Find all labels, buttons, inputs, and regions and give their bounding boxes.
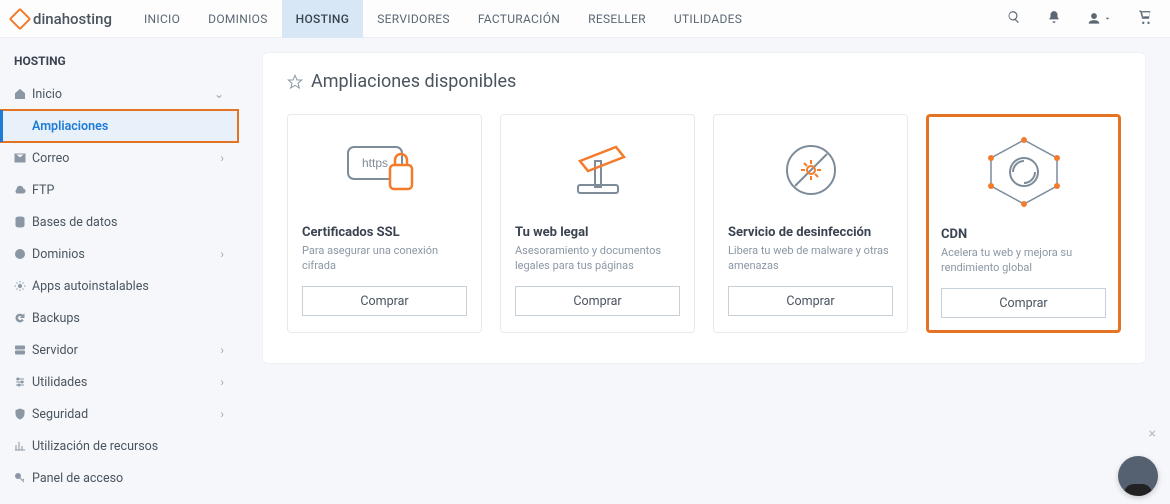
buy-button[interactable]: Comprar [515,286,680,316]
chevron-right-icon: › [220,247,224,261]
brand-name: dinahosting [33,10,112,28]
sidebar-item-ftp[interactable]: FTP [0,174,238,206]
home-icon [14,88,32,100]
support-avatar[interactable] [1118,456,1158,496]
gear-icon [14,280,32,292]
sliders-icon [14,376,32,388]
sidebar-item-label: Correo [32,151,220,166]
chevron-down-icon: ⌄ [214,87,224,101]
sidebar-item-inicio[interactable]: Inicio⌄ [0,78,238,110]
sidebar-item-backups[interactable]: Backups [0,302,238,334]
chart-icon [14,440,32,452]
nav-dominios[interactable]: DOMINIOS [194,0,281,38]
sidebar-item-servidor[interactable]: Servidor› [0,334,238,366]
nav-items: INICIO DOMINIOS HOSTING SERVIDORES FACTU… [130,0,756,38]
key-icon [14,472,32,484]
sidebar-title: HOSTING [0,54,238,78]
bell-icon[interactable] [1047,10,1061,28]
sidebar-item-label: Utilidades [32,375,220,390]
panel-title: Ampliaciones disponibles [311,71,516,92]
card-description: Para asegurar una conexión cifrada [302,244,467,274]
card-illustration [515,115,680,225]
card-illustration: https [302,115,467,225]
nav-utilidades[interactable]: UTILIDADES [660,0,756,38]
card-illustration [941,117,1106,227]
card-cdn: CDN Acelera tu web y mejora su rendimient… [926,114,1121,333]
mail-icon [14,152,32,164]
sidebar-item-bases-de-datos[interactable]: Bases de datos [0,206,238,238]
shield-icon [14,408,32,420]
sidebar-item-label: Servidor [32,343,220,358]
close-icon[interactable]: × [1149,426,1156,442]
sidebar-item-label: Backups [32,311,224,326]
db-icon [14,216,32,228]
nav-servidores[interactable]: SERVIDORES [363,0,464,38]
card-illustration [728,115,893,225]
search-icon[interactable] [1007,10,1021,28]
sidebar-item-utilidades[interactable]: Utilidades› [0,366,238,398]
svg-text:https: https [361,156,387,170]
chevron-right-icon: › [220,375,224,389]
sidebar: HOSTING Inicio⌄AmpliacionesCorreo›FTPBas… [0,38,238,494]
nav-reseller[interactable]: RESELLER [574,0,660,38]
star-icon [287,74,303,90]
sidebar-item-label: Seguridad [32,407,220,422]
sidebar-item-label: FTP [32,183,224,198]
logo-icon [9,7,32,30]
cart-icon[interactable] [1138,10,1152,28]
server-icon [14,344,32,356]
card-servicio-de-desinfección: Servicio de desinfección Libera tu web de… [713,114,908,333]
globe-icon [14,248,32,260]
nav-inicio[interactable]: INICIO [130,0,194,38]
sidebar-item-label: Ampliaciones [32,119,224,134]
panel: Ampliaciones disponibles https Certificad… [262,52,1146,364]
brand[interactable]: dinahosting [12,10,112,28]
sidebar-item-apps-autoinstalables[interactable]: Apps autoinstalables [0,270,238,302]
nav-facturacion[interactable]: FACTURACIÓN [464,0,574,38]
card-title: Servicio de desinfección [728,225,893,240]
buy-button[interactable]: Comprar [728,286,893,316]
top-nav: dinahosting INICIO DOMINIOS HOSTING SERV… [0,0,1170,38]
card-description: Libera tu web de malware y otras amenaza… [728,244,893,274]
buy-button[interactable]: Comprar [302,286,467,316]
card-title: Certificados SSL [302,225,467,240]
card-tu-web-legal: Tu web legal Asesoramiento y documentos l… [500,114,695,333]
chevron-right-icon: › [220,407,224,421]
buy-button[interactable]: Comprar [941,288,1106,318]
sidebar-item-ampliaciones[interactable]: Ampliaciones [0,110,238,142]
sidebar-item-label: Inicio [32,87,214,102]
sidebar-item-panel-de-acceso[interactable]: Panel de acceso [0,462,238,494]
sidebar-item-label: Utilización de recursos [32,439,224,454]
user-menu[interactable] [1087,12,1112,26]
main: Ampliaciones disponibles https Certificad… [238,38,1170,494]
card-certificados-ssl: https Certificados SSL Para asegurar una c… [287,114,482,333]
sidebar-item-label: Dominios [32,247,220,262]
sidebar-item-label: Bases de datos [32,215,224,230]
chevron-right-icon: › [220,151,224,165]
sidebar-item-label: Panel de acceso [32,471,224,486]
sidebar-item-label: Apps autoinstalables [32,279,224,294]
card-description: Acelera tu web y mejora su rendimiento g… [941,246,1106,276]
card-title: CDN [941,227,1106,242]
nav-hosting[interactable]: HOSTING [282,0,364,38]
sidebar-item-correo[interactable]: Correo› [0,142,238,174]
sidebar-item-seguridad[interactable]: Seguridad› [0,398,238,430]
cloud-icon [14,184,32,196]
chevron-right-icon: › [220,343,224,357]
sidebar-item-dominios[interactable]: Dominios› [0,238,238,270]
card-title: Tu web legal [515,225,680,240]
refresh-icon [14,312,32,324]
card-description: Asesoramiento y documentos legales para … [515,244,680,274]
sidebar-item-utilización-de-recursos[interactable]: Utilización de recursos [0,430,238,462]
